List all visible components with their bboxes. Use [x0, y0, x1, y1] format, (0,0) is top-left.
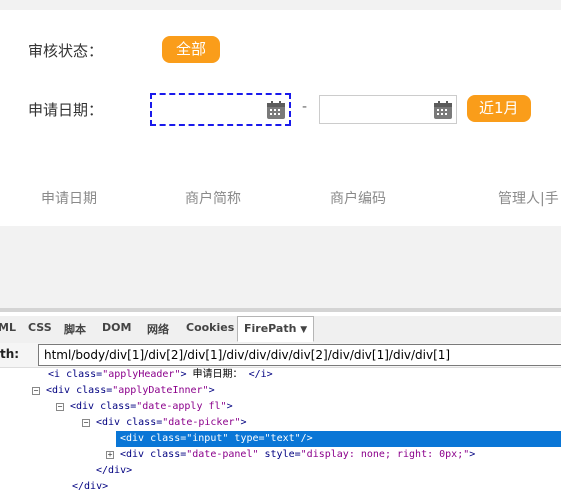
- tree-tag-end: >: [469, 449, 476, 460]
- tree-text: 申请日期：: [186, 369, 243, 380]
- dropdown-arrow-icon[interactable]: ▼: [300, 325, 307, 335]
- tree-attr-value: "applyDateInner": [112, 385, 209, 396]
- collapse-toggle-icon[interactable]: −: [32, 387, 40, 395]
- tab-script[interactable]: 脚本: [64, 321, 86, 337]
- xpath-label: th:: [0, 347, 20, 361]
- calendar-icon[interactable]: [433, 100, 453, 120]
- tree-row[interactable]: <div class="applyDateInner">: [46, 383, 215, 399]
- xpath-bar: th: html/body/div[1]/div[2]/div[1]/div/d…: [0, 343, 561, 368]
- tree-attr-value: "applyHeader": [102, 369, 181, 380]
- column-header-merchant-code[interactable]: 商户编码: [330, 188, 386, 208]
- top-strip: [0, 0, 561, 10]
- tree-attr-name: class=: [94, 401, 137, 412]
- tree-tag: </div>: [96, 465, 133, 476]
- tree-row[interactable]: </div>: [72, 479, 108, 495]
- tree-attr-value: "date-panel": [186, 449, 259, 460]
- tree-attr-value: "input": [186, 433, 229, 444]
- tab-cookies[interactable]: Cookies: [186, 321, 234, 334]
- tree-row[interactable]: <i class="applyHeader"> 申请日期： </i>: [48, 367, 273, 383]
- tree-row[interactable]: </div>: [96, 463, 132, 479]
- tree-attr-name: class=: [70, 385, 113, 396]
- calendar-icon[interactable]: [266, 100, 286, 120]
- tree-row-selected[interactable]: <div class="input" type="text"/>: [116, 431, 561, 447]
- tab-firepath[interactable]: FirePath ▼: [237, 316, 315, 342]
- tree-attr-name: class=: [60, 369, 103, 380]
- tab-html[interactable]: ML: [0, 321, 16, 334]
- tree-tag-end: >: [240, 417, 247, 428]
- tree-tag: <div: [120, 433, 145, 444]
- xpath-input[interactable]: html/body/div[1]/div[2]/div[1]/div/div/d…: [38, 344, 561, 366]
- devtools-splitter[interactable]: [0, 308, 561, 312]
- tree-tag: <div: [46, 385, 71, 396]
- tab-firepath-label: FirePath: [244, 322, 297, 335]
- tree-tag: <div: [96, 417, 121, 428]
- recent-month-button[interactable]: 近1月: [467, 95, 531, 122]
- end-date-input[interactable]: [319, 95, 457, 124]
- expand-toggle-icon[interactable]: +: [106, 451, 114, 459]
- tree-tag-end: >: [208, 385, 215, 396]
- tab-css[interactable]: CSS: [28, 321, 52, 334]
- tree-tag-end: />: [300, 433, 313, 444]
- html-tree: <i class="applyHeader"> 申请日期： </i> <div c…: [0, 367, 561, 492]
- tree-tag: <div: [120, 449, 145, 460]
- apply-date-label: 申请日期：: [28, 101, 104, 119]
- column-header-apply-date[interactable]: 申请日期: [41, 188, 97, 208]
- tree-tag: <div: [70, 401, 95, 412]
- tree-row[interactable]: <div class="date-picker">: [96, 415, 247, 431]
- tree-attr-name: style=: [258, 449, 301, 460]
- tree-tag: <i: [48, 369, 61, 380]
- column-header-manager[interactable]: 管理人|手: [498, 188, 559, 208]
- tree-attr-value: "date-apply fl": [136, 401, 227, 412]
- tree-close-tag: </i>: [242, 369, 273, 380]
- devtools-panel: ML CSS 脚本 DOM 网络 Cookies FirePath ▼ th: …: [0, 308, 561, 492]
- tree-row[interactable]: <div class="date-apply fl">: [70, 399, 233, 415]
- status-label: 审核状态：: [28, 42, 104, 60]
- tree-attr-value: "text": [264, 433, 301, 444]
- tree-attr-value: "date-picker": [162, 417, 241, 428]
- tree-attr-name: class=: [120, 417, 163, 428]
- column-header-merchant-name[interactable]: 商户简称: [185, 188, 241, 208]
- date-separator: -: [302, 99, 308, 115]
- start-date-input[interactable]: [150, 93, 291, 126]
- tree-tag-end: >: [226, 401, 233, 412]
- devtools-tab-bar: ML CSS 脚本 DOM 网络 Cookies FirePath ▼: [0, 316, 561, 344]
- tab-dom[interactable]: DOM: [102, 321, 131, 334]
- tree-attr-name: class=: [144, 433, 187, 444]
- tree-row[interactable]: <div class="date-panel" style="display: …: [120, 447, 475, 463]
- status-all-button[interactable]: 全部: [162, 36, 221, 63]
- page-footer-area: [0, 226, 561, 308]
- collapse-toggle-icon[interactable]: −: [56, 403, 64, 411]
- tree-attr-name: class=: [144, 449, 187, 460]
- tree-attr-name: type=: [228, 433, 265, 444]
- tree-attr-value: "display: none; right: 0px;": [300, 449, 470, 460]
- tab-network[interactable]: 网络: [147, 321, 169, 337]
- collapse-toggle-icon[interactable]: −: [82, 419, 90, 427]
